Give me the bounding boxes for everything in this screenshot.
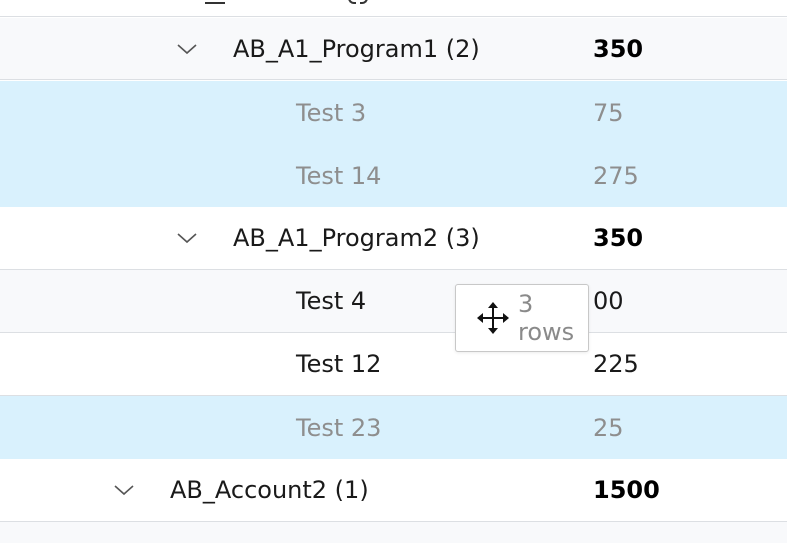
group-total: 1500 [593,476,660,504]
chevron-down-icon[interactable] [173,18,201,79]
row-value: 275 [593,161,639,190]
group-label: AB_A1_Program1 (2) [233,34,480,63]
chevron-down-icon[interactable] [173,207,201,269]
table-row[interactable]: Test 3 75 [0,81,787,144]
table-row[interactable]: Test 4 00 [0,270,787,333]
table-row[interactable]: Test 23 25 [0,396,787,459]
group-label: AB_Account2 (1) [170,476,369,504]
group-row-program1[interactable]: AB_A1_Program1 (2) 350 [0,18,787,80]
row-label: Test 12 [296,350,382,378]
row-value: 00 [593,287,624,315]
partially-visible-row [0,522,787,543]
table-row[interactable]: Test 12 225 [0,333,787,396]
chevron-down-icon[interactable] [110,459,138,521]
group-row-account2[interactable]: AB_Account2 (1) 1500 [0,459,787,522]
partially-visible-row [0,0,787,17]
row-label: Test 3 [296,98,367,127]
row-label: Test 23 [296,413,382,442]
drag-tooltip: 3 rows [455,284,589,352]
row-value: 75 [593,98,624,127]
row-value: 225 [593,350,639,378]
group-label: AB_A1_Program2 (3) [233,224,480,252]
row-label: Test 14 [296,161,382,190]
row-value: 25 [593,413,624,442]
grouped-data-grid: AB_A1_Program1 (2) 350 Test 3 75 Test 14… [0,0,787,543]
group-total: 350 [593,34,644,63]
move-icon [476,300,510,336]
group-total: 350 [593,224,644,252]
drag-row-count: 3 rows [518,290,575,346]
row-label: Test 4 [296,287,367,315]
group-row-program2[interactable]: AB_A1_Program2 (3) 350 [0,207,787,270]
table-row[interactable]: Test 14 275 [0,144,787,207]
